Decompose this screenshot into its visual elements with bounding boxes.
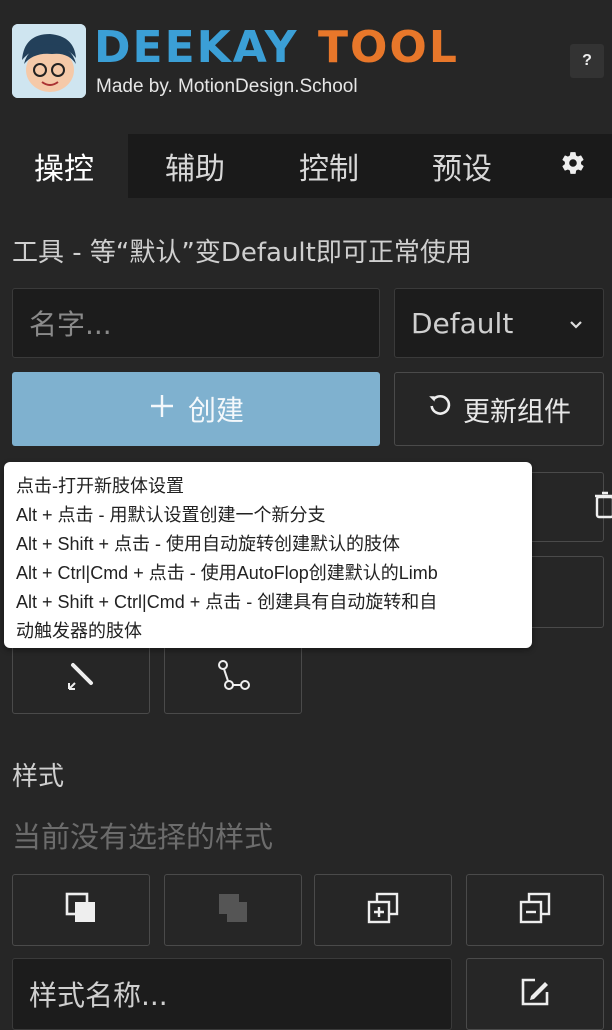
tooltip-line: Alt + Shift + 点击 - 使用自动旋转创建默认的肢体 bbox=[16, 534, 401, 554]
tab-assist[interactable]: 辅助 bbox=[128, 134, 262, 198]
chevron-down-icon bbox=[567, 307, 585, 340]
gear-icon bbox=[560, 149, 586, 184]
trash-icon bbox=[593, 490, 612, 524]
stretch-icon bbox=[63, 657, 99, 697]
styles-heading: 样式 bbox=[12, 762, 65, 792]
styles-empty-text: 当前没有选择的样式 bbox=[12, 820, 274, 854]
header bbox=[0, 0, 612, 134]
logo-subtitle: Made by. MotionDesign.School bbox=[96, 76, 358, 97]
style-merge-button[interactable] bbox=[164, 874, 302, 946]
tooltip-line: Alt + Ctrl|Cmd + 点击 - 使用AutoFlop创建默认的Lim… bbox=[16, 563, 438, 583]
stretch-button[interactable] bbox=[12, 640, 150, 714]
hierarchy-button[interactable] bbox=[164, 640, 302, 714]
style-add-button[interactable] bbox=[314, 874, 452, 946]
style-rename-button[interactable] bbox=[466, 958, 604, 1030]
create-button[interactable]: 创建 bbox=[12, 372, 380, 446]
tab-rigging[interactable]: 操控 bbox=[0, 134, 128, 198]
style-name-input[interactable]: 样式名称... bbox=[12, 958, 452, 1030]
preset-select-value: Default bbox=[411, 306, 514, 340]
plus-icon bbox=[148, 392, 176, 427]
tab-presets[interactable]: 预设 bbox=[396, 134, 528, 198]
tooltip-line: Alt + 点击 - 用默认设置创建一个新分支 bbox=[16, 505, 326, 525]
nodes-icon bbox=[213, 655, 253, 699]
settings-button[interactable] bbox=[540, 134, 606, 198]
style-copy-button[interactable] bbox=[12, 874, 150, 946]
add-style-icon bbox=[365, 890, 401, 930]
update-component-button[interactable]: 更新组件 bbox=[394, 372, 604, 446]
merge-style-icon bbox=[215, 890, 251, 930]
tooltip-line: Alt + Shift + Ctrl|Cmd + 点击 - 创建具有自动旋转和自 bbox=[16, 592, 438, 612]
logo-tool: TOOL bbox=[318, 22, 459, 73]
tooltip-line: 动触发器的肢体 bbox=[16, 621, 142, 641]
name-input[interactable]: 名字... bbox=[12, 288, 380, 358]
edit-icon bbox=[517, 974, 553, 1014]
remove-style-icon bbox=[517, 890, 553, 930]
create-button-label: 创建 bbox=[187, 394, 244, 427]
avatar-logo bbox=[12, 24, 86, 98]
help-button[interactable]: ? bbox=[570, 44, 604, 78]
refresh-icon bbox=[427, 393, 453, 426]
copy-style-icon bbox=[63, 890, 99, 930]
tooltip-line: 点击-打开新肢体设置 bbox=[16, 476, 184, 496]
tab-control[interactable]: 控制 bbox=[262, 134, 396, 198]
update-button-label: 更新组件 bbox=[463, 396, 571, 428]
style-remove-button[interactable] bbox=[466, 874, 604, 946]
create-tooltip: 点击-打开新肢体设置 Alt + 点击 - 用默认设置创建一个新分支 Alt +… bbox=[4, 462, 532, 648]
logo-deekay: DEEKAY bbox=[94, 22, 299, 73]
preset-select[interactable]: Default bbox=[394, 288, 604, 358]
tools-heading: 工具 - 等“默认”变Default即可正常使用 bbox=[12, 238, 472, 268]
